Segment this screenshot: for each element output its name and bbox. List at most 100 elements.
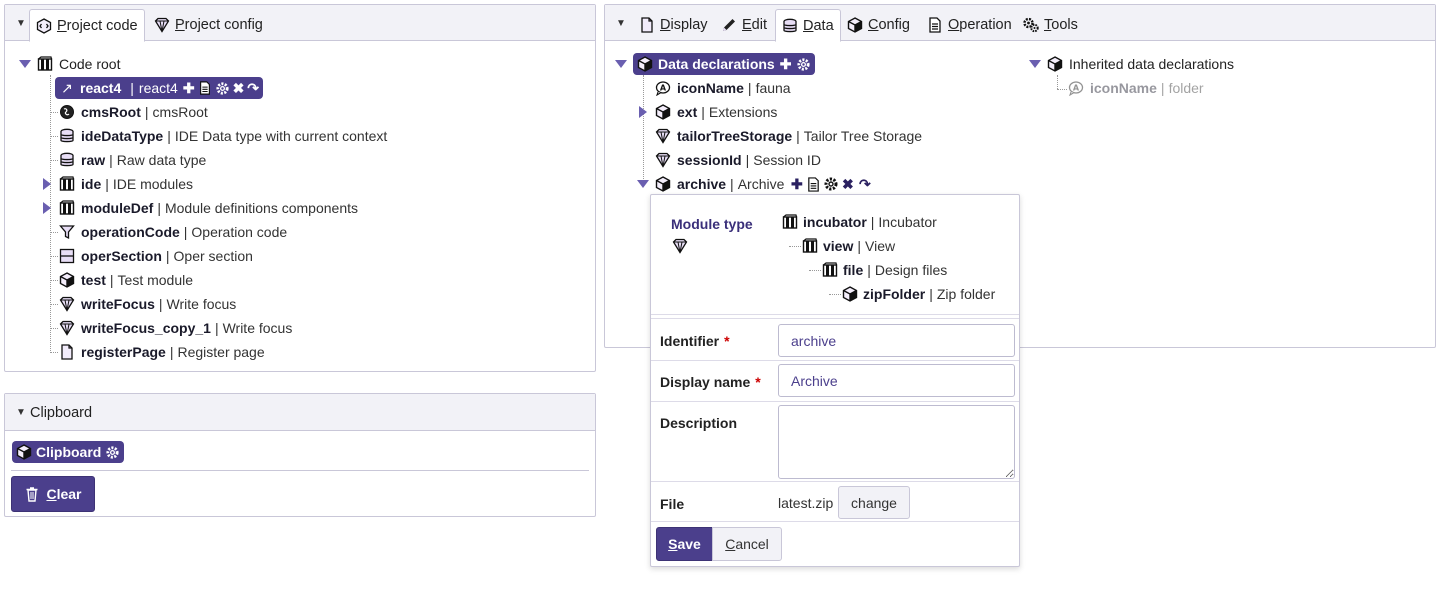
tab-tools[interactable]: Tools (1017, 9, 1084, 41)
item-desc: Oper section (173, 248, 253, 264)
expand-toggle-icon[interactable] (615, 58, 627, 70)
clipboard-pill[interactable]: Clipboard (12, 441, 125, 463)
page-icon (639, 17, 655, 33)
tab-project-code[interactable]: Project code (29, 9, 145, 42)
item-desc: Archive (737, 176, 785, 192)
description-textarea[interactable] (778, 405, 1015, 479)
data-declarations-row[interactable]: Data declarations ✚ (615, 53, 816, 75)
expand-toggle-icon[interactable] (41, 178, 53, 190)
tree-item-ide[interactable]: ide | IDE modules (41, 173, 193, 195)
expand-toggle-icon[interactable] (19, 58, 31, 70)
tree-item-test[interactable]: test | Test module (59, 269, 193, 291)
expand-toggle-icon[interactable] (637, 178, 649, 190)
collapse-chevron-icon[interactable]: ▼ (13, 404, 29, 420)
data-tabbar: ▼ Display Edit Data Config Operation Too… (605, 5, 1435, 42)
item-name: archive (677, 176, 727, 192)
data-declarations-pill[interactable]: Data declarations ✚ (633, 53, 816, 75)
tree-connector (809, 270, 821, 271)
tree-item-raw[interactable]: raw | Raw data type (59, 149, 206, 171)
delete-icon[interactable]: ✖ (233, 80, 245, 97)
item-name: writeFocus_copy_1 (81, 320, 211, 336)
gear-icon[interactable] (796, 57, 811, 72)
item-name: writeFocus (81, 296, 155, 312)
item-name: tailorTreeStorage (677, 128, 793, 144)
expand-toggle-icon[interactable] (637, 106, 649, 118)
tree-item-moduledef[interactable]: moduleDef | Module definitions components (41, 197, 358, 219)
tree-item-cmsroot[interactable]: cmsRoot | cmsRoot (59, 101, 208, 123)
item-name: raw (81, 152, 106, 168)
add-icon[interactable]: ✚ (183, 80, 195, 97)
tree-connector (50, 280, 58, 281)
move-icon[interactable]: ↷ (247, 80, 259, 97)
tree-connector (50, 136, 58, 137)
data-item-archive[interactable]: archive | Archive ✚ ✖ ↷ (637, 173, 873, 195)
cancel-button[interactable]: Cancel (712, 527, 782, 561)
diamond-link-icon (655, 152, 671, 168)
item-actions: ✚ ✖ ↷ (183, 80, 259, 97)
display-name-input[interactable] (778, 364, 1015, 397)
inherited-label: Inherited data declarations (1069, 56, 1234, 72)
expand-toggle-icon[interactable] (1029, 58, 1041, 70)
module-cube-icon (37, 56, 53, 72)
collapse-chevron-icon[interactable]: ▼ (13, 15, 29, 31)
doc-icon[interactable] (198, 81, 212, 95)
project-tabbar: ▼ Project code Project config (5, 5, 595, 42)
tree-item-opersection[interactable]: operSection | Oper section (59, 245, 253, 267)
tree-connector (50, 112, 58, 113)
database-icon (59, 152, 75, 168)
tree-item-selected[interactable]: ↗ react4 | react4 ✚ ✖ ↷ (55, 77, 264, 99)
gear-icon[interactable] (215, 81, 230, 96)
tree-connector (50, 328, 58, 329)
tab-edit[interactable]: Edit (715, 9, 773, 41)
data-item-iconname[interactable]: iconName | fauna (655, 77, 791, 99)
save-button[interactable]: Save (656, 527, 713, 561)
tab-data[interactable]: Data (775, 9, 841, 42)
clipboard-pill-label: Clipboard (36, 444, 102, 460)
file-value: latest.zip (778, 495, 834, 511)
chain-file: file | Design files (822, 259, 947, 281)
clipboard-header: ▼ Clipboard (5, 394, 595, 431)
identifier-input[interactable] (778, 324, 1015, 357)
item-desc: Write focus (166, 296, 237, 312)
delete-icon[interactable]: ✖ (839, 176, 856, 193)
tab-project-config[interactable]: Project config (148, 9, 269, 41)
tree-item-operationcode[interactable]: operationCode | Operation code (59, 221, 287, 243)
gear-icon[interactable] (105, 445, 120, 460)
rocket-icon: ↗ (61, 79, 73, 96)
data-item-tailortreestorage[interactable]: tailorTreeStorage | Tailor Tree Storage (655, 125, 922, 147)
tree-connector (50, 232, 58, 233)
data-item-sessionid[interactable]: sessionId | Session ID (655, 149, 821, 171)
change-file-button[interactable]: change (838, 486, 910, 519)
add-icon[interactable]: ✚ (780, 56, 792, 73)
module-cube-icon (59, 200, 75, 216)
gear-icon[interactable] (822, 176, 839, 193)
tree-root[interactable]: Code root (19, 53, 120, 75)
icon-bubble-icon (1068, 80, 1084, 96)
tab-display[interactable]: Display (633, 9, 714, 41)
tree-item-idedatatype[interactable]: ideDataType | IDE Data type with current c… (59, 125, 387, 147)
tree-item-writefocus-copy-1[interactable]: writeFocus_copy_1 | Write focus (59, 317, 292, 339)
cms-globe-icon (59, 104, 75, 120)
item-name: ide (81, 176, 102, 192)
inherited-row[interactable]: Inherited data declarations (1029, 53, 1234, 75)
move-icon[interactable]: ↷ (856, 176, 873, 193)
tree-connector (50, 352, 58, 353)
selected-pill[interactable]: ↗ react4 | react4 ✚ ✖ ↷ (55, 77, 264, 99)
clear-button[interactable]: Clear (11, 476, 95, 512)
tab-config[interactable]: Config (841, 9, 916, 41)
collapse-chevron-icon[interactable]: ▼ (613, 15, 629, 31)
tab-label: Operation (948, 17, 1012, 33)
doc-icon[interactable] (805, 176, 822, 193)
inherited-item[interactable]: iconName | folder (1068, 77, 1204, 99)
add-icon[interactable]: ✚ (788, 176, 805, 193)
tree-item-writefocus[interactable]: writeFocus | Write focus (59, 293, 236, 315)
data-item-ext[interactable]: ext | Extensions (637, 101, 777, 123)
tree-connector (829, 294, 841, 295)
display-name-label: Display name (660, 374, 751, 390)
tab-operation[interactable]: Operation (921, 9, 1018, 41)
expand-toggle-icon[interactable] (41, 202, 53, 214)
tab-label: Display (660, 17, 708, 33)
trash-icon (24, 486, 40, 502)
tree-item-registerpage[interactable]: registerPage | Register page (59, 341, 265, 363)
item-name: operSection (81, 248, 162, 264)
